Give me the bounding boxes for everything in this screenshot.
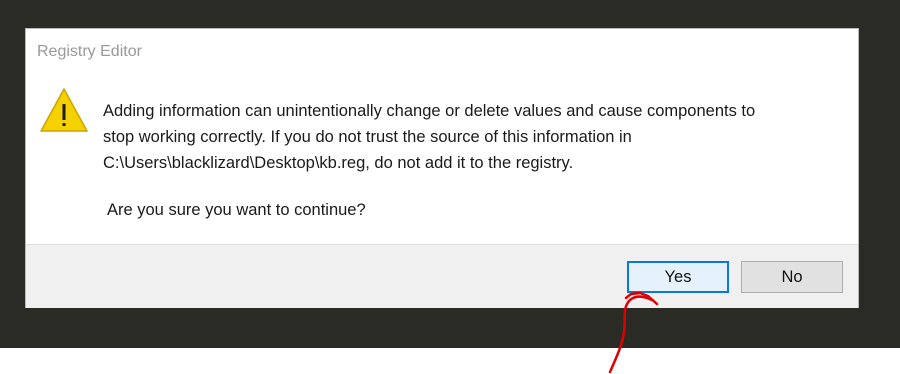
confirmation-question: Are you sure you want to continue? <box>107 201 366 219</box>
message-line: stop working correctly. If you do not tr… <box>103 128 632 146</box>
message-line: C:\Users\blacklizard\Desktop\kb.reg, do … <box>103 154 574 172</box>
message-line: Adding information can unintentionally c… <box>103 102 756 120</box>
dialog-message: Adding information can unintentionally c… <box>103 98 843 176</box>
dialog-title: Registry Editor <box>37 43 142 60</box>
red-arrow-annotation <box>608 291 659 374</box>
warning-icon <box>40 88 88 132</box>
dialog-button-bar: Yes No <box>26 244 858 308</box>
registry-editor-dialog: Registry Editor Adding information can u… <box>25 28 859 308</box>
no-button[interactable]: No <box>741 261 843 293</box>
